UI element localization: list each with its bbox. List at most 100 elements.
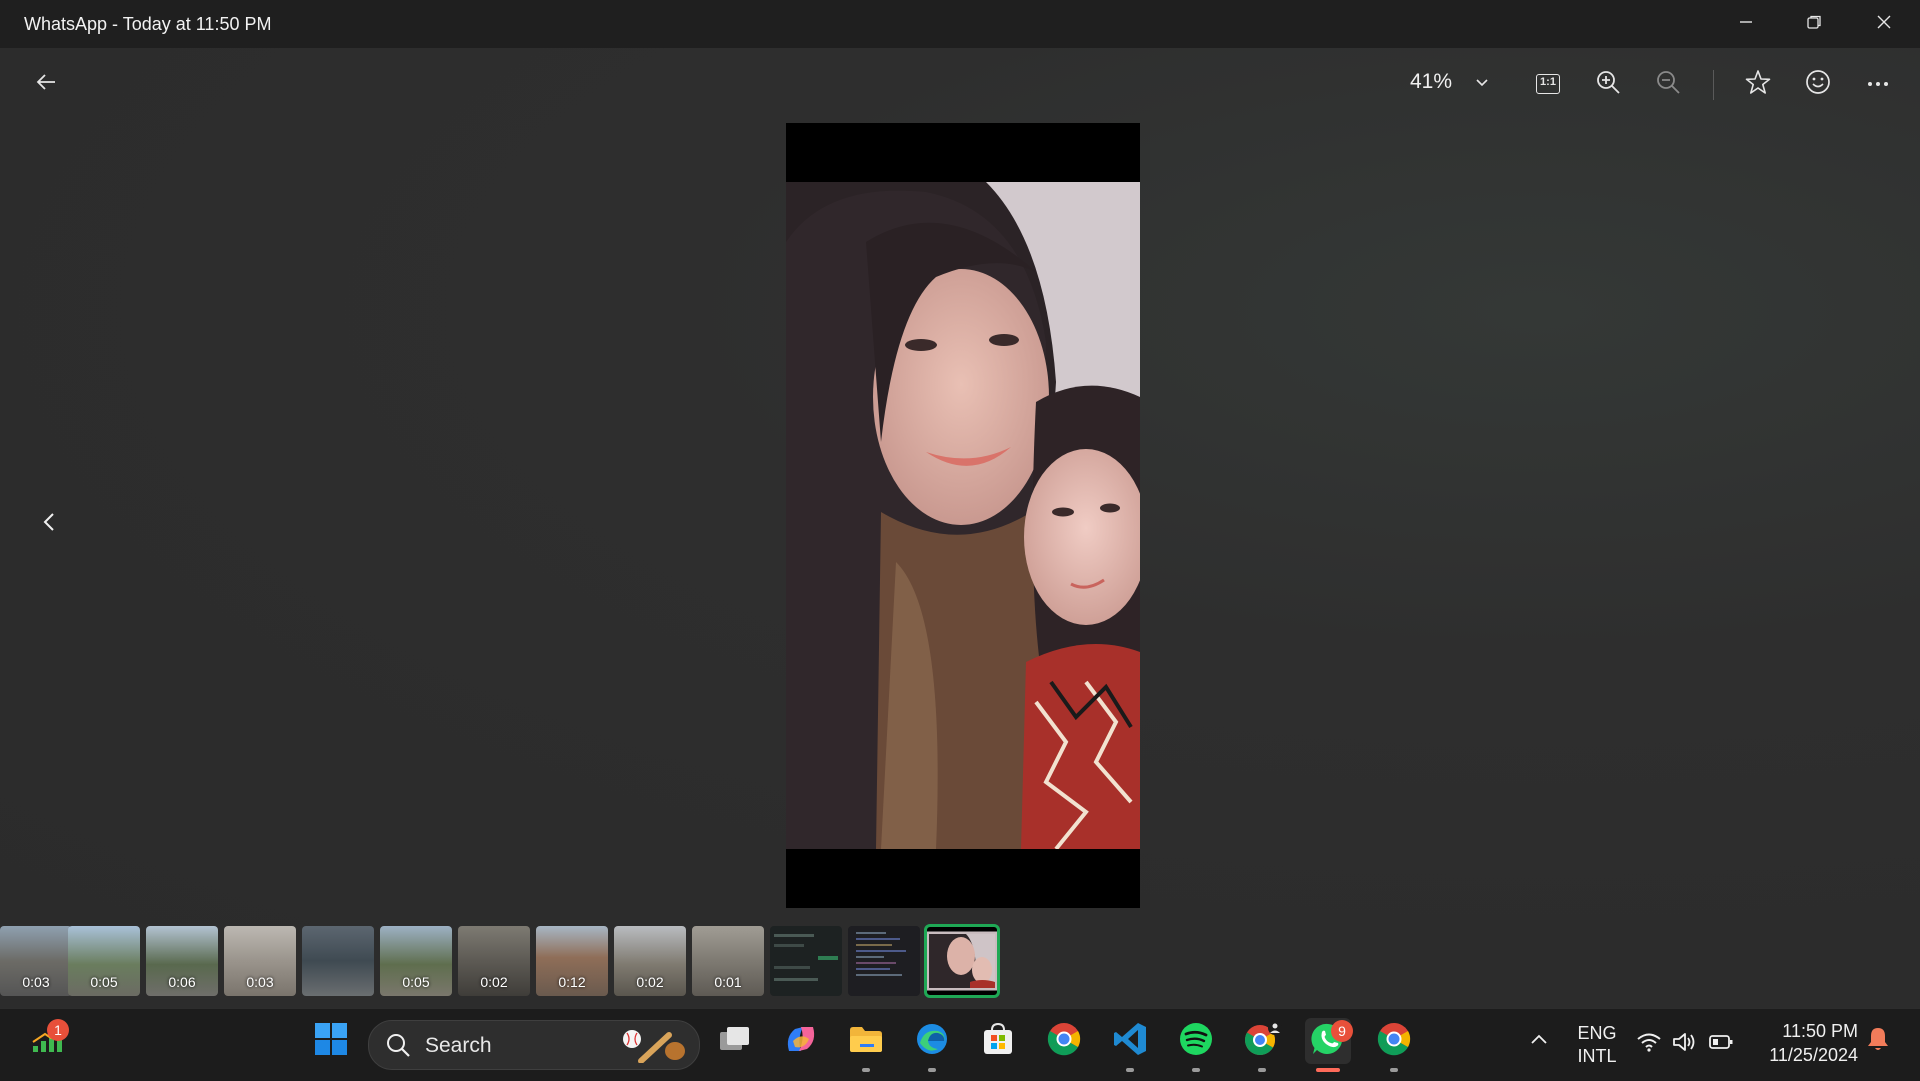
minimize-icon — [1738, 14, 1754, 35]
edge-icon — [914, 1021, 950, 1062]
thumbnail-11[interactable] — [770, 926, 842, 996]
running-indicator — [1258, 1068, 1266, 1072]
back-button[interactable] — [24, 62, 68, 106]
thumbnail-duration: 0:12 — [558, 974, 586, 990]
copilot-button[interactable] — [778, 1018, 824, 1064]
thumbnail-duration: 0:05 — [402, 974, 430, 990]
thumbnail-2[interactable]: 0:05 — [68, 926, 140, 996]
chevron-left-icon — [40, 511, 58, 538]
widgets-badge: 1 — [47, 1019, 69, 1041]
search-icon — [385, 1032, 411, 1063]
minimize-button[interactable] — [1712, 0, 1780, 48]
spotify-icon — [1178, 1021, 1214, 1062]
thumbnail-1[interactable]: 0:03 — [0, 926, 72, 996]
star-icon — [1745, 69, 1771, 100]
more-options-button[interactable] — [1856, 62, 1900, 106]
thumbnail-10[interactable]: 0:01 — [692, 926, 764, 996]
task-view-button[interactable] — [712, 1018, 758, 1064]
thumbnail-7[interactable]: 0:02 — [458, 926, 530, 996]
actual-size-label: 1:1 — [1540, 76, 1556, 88]
thumbnail-6[interactable]: 0:05 — [380, 926, 452, 996]
smiley-icon — [1805, 69, 1831, 100]
zoom-out-icon — [1655, 69, 1681, 100]
volume-icon — [1672, 1031, 1698, 1058]
taskbar-search-box[interactable]: Search — [368, 1020, 700, 1070]
running-indicator — [862, 1068, 870, 1072]
main-photo — [786, 123, 1140, 908]
input-language-button[interactable]: ENG INTL — [1566, 1021, 1628, 1067]
thumbnail-9[interactable]: 0:02 — [614, 926, 686, 996]
thumbnail-4[interactable]: 0:03 — [224, 926, 296, 996]
quick-settings-button[interactable] — [1636, 1030, 1740, 1058]
copilot-icon — [783, 1023, 819, 1060]
thumbnail-duration: 0:06 — [168, 974, 196, 990]
running-indicator — [928, 1068, 936, 1072]
language-code: ENG — [1577, 1023, 1617, 1043]
toolbar-separator — [1713, 70, 1714, 100]
folder-icon — [848, 1024, 884, 1059]
close-icon — [1876, 14, 1892, 35]
favorite-button[interactable] — [1736, 62, 1780, 106]
more-icon — [1866, 75, 1890, 93]
thumbnail-duration: 0:02 — [636, 974, 664, 990]
thumbnail-duration: 0:01 — [714, 974, 742, 990]
zoom-dropdown-button[interactable] — [1460, 62, 1504, 106]
zoom-out-button[interactable] — [1646, 62, 1690, 106]
running-indicator — [1192, 1068, 1200, 1072]
search-label: Search — [425, 1034, 492, 1057]
thumbnail-3[interactable]: 0:06 — [146, 926, 218, 996]
task-view-icon — [718, 1024, 752, 1059]
restore-icon — [1806, 14, 1822, 35]
chevron-up-icon — [1530, 1032, 1548, 1050]
clock-button[interactable]: 11:50 PM 11/25/2024 — [1752, 1019, 1858, 1069]
restore-button[interactable] — [1780, 0, 1848, 48]
thumbnail-12[interactable] — [848, 926, 920, 996]
windows-logo-icon — [314, 1022, 348, 1061]
chrome-profile-icon — [1242, 1020, 1282, 1063]
zoom-in-button[interactable] — [1586, 62, 1630, 106]
running-indicator — [1126, 1068, 1134, 1072]
thumbnail-8[interactable]: 0:12 — [536, 926, 608, 996]
notifications-button[interactable] — [1856, 1018, 1900, 1064]
chevron-down-icon — [1474, 74, 1490, 95]
thumbnail-13-selected[interactable] — [924, 924, 1000, 998]
vscode-button[interactable] — [1107, 1018, 1153, 1064]
chrome-secondary-button[interactable] — [1371, 1018, 1417, 1064]
show-hidden-icons-button[interactable] — [1516, 1018, 1562, 1064]
chrome-icon — [1046, 1021, 1082, 1062]
baseball-highlight-icon — [619, 1027, 689, 1068]
zoom-level: 41% — [1410, 70, 1453, 93]
taskbar — [0, 1008, 1920, 1081]
chrome-icon — [1376, 1021, 1412, 1062]
window-title: WhatsApp - Today at 11:50 PM — [24, 14, 272, 34]
clock-time: 11:50 PM — [1782, 1021, 1858, 1041]
photo-content — [786, 182, 1140, 849]
thumbnail-duration: 0:02 — [480, 974, 508, 990]
actual-size-icon: 1:1 — [1536, 74, 1560, 94]
edge-button[interactable] — [909, 1018, 955, 1064]
active-indicator — [1316, 1068, 1340, 1072]
zoom-in-icon — [1595, 69, 1621, 100]
running-indicator — [1390, 1068, 1398, 1072]
store-icon — [981, 1022, 1015, 1061]
actual-size-button[interactable]: 1:1 — [1526, 62, 1570, 106]
thumbnail-duration: 0:03 — [246, 974, 274, 990]
thumbnail-5[interactable] — [302, 926, 374, 996]
thumbnail-duration: 0:03 — [22, 974, 50, 990]
title-bar: WhatsApp - Today at 11:50 PM — [0, 0, 1920, 48]
file-explorer-button[interactable] — [843, 1018, 889, 1064]
react-button[interactable] — [1796, 62, 1840, 106]
previous-button[interactable] — [27, 502, 71, 546]
whatsapp-badge: 9 — [1331, 1020, 1353, 1042]
microsoft-store-button[interactable] — [975, 1018, 1021, 1064]
vscode-icon — [1112, 1021, 1148, 1062]
start-button[interactable] — [308, 1018, 354, 1064]
close-button[interactable] — [1850, 0, 1918, 48]
spotify-button[interactable] — [1173, 1018, 1219, 1064]
keyboard-layout: INTL — [1577, 1046, 1617, 1066]
chrome-button[interactable] — [1041, 1018, 1087, 1064]
bell-icon — [1866, 1026, 1890, 1057]
chrome-profile-button[interactable] — [1239, 1018, 1285, 1064]
thumbnail-duration: 0:05 — [90, 974, 118, 990]
battery-icon — [1708, 1031, 1734, 1058]
